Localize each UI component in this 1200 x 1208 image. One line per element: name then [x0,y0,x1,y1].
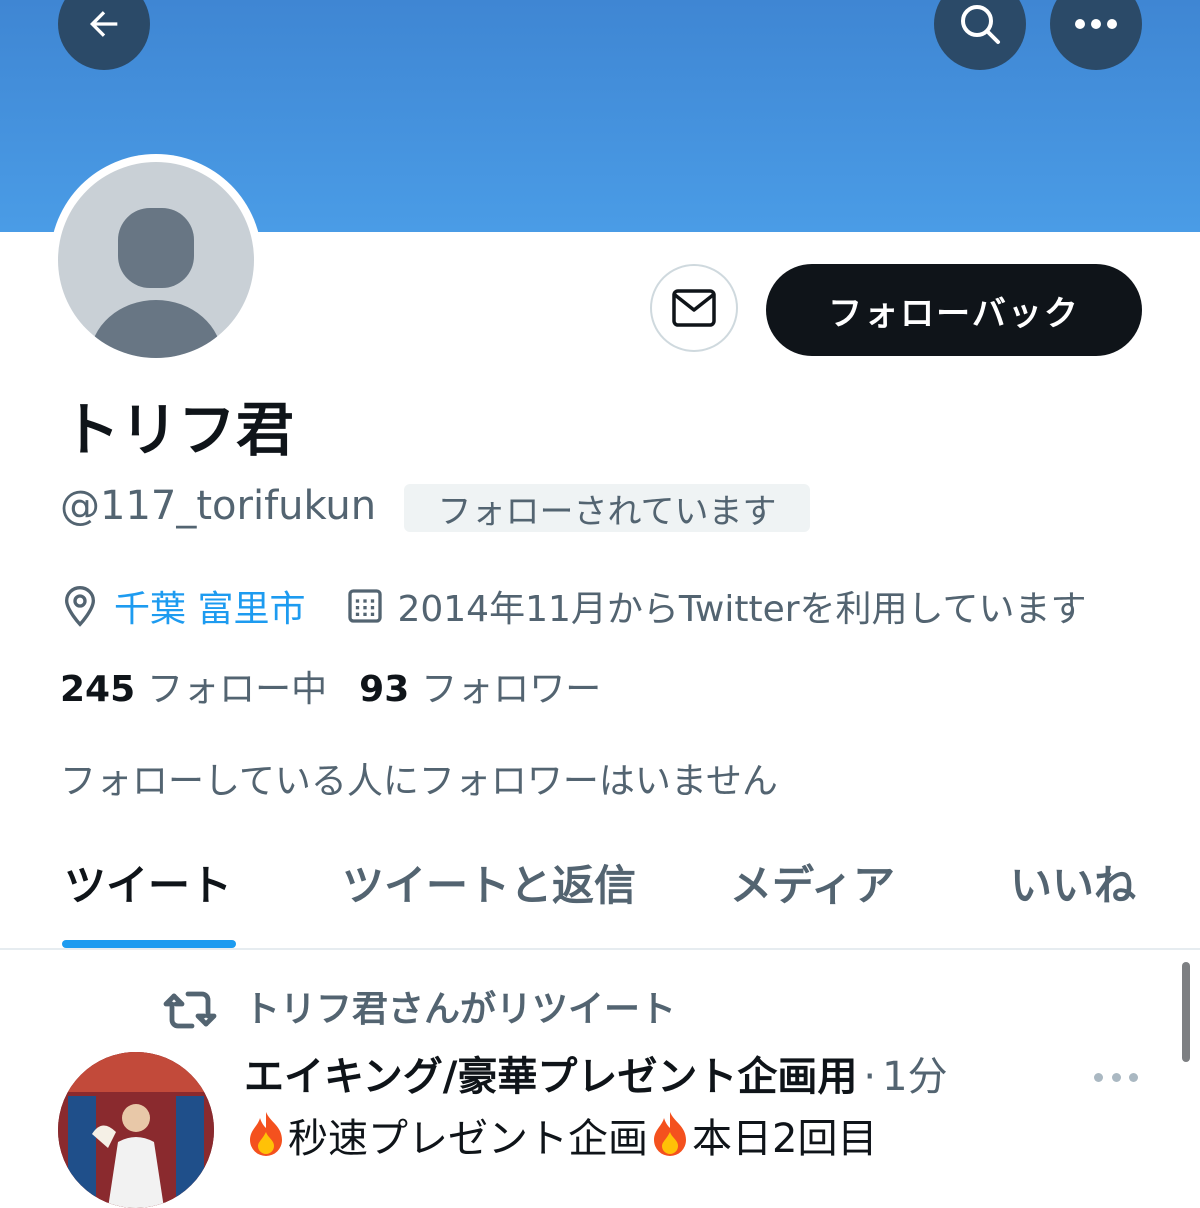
following-label[interactable]: フォロー中 [147,666,327,714]
more-horizontal-icon [1075,19,1117,29]
follow-back-button[interactable]: フォローバック [766,264,1142,356]
calendar-icon [348,589,383,623]
search-icon [961,5,1000,44]
tweet-more-button[interactable] [1094,1062,1138,1092]
fire-emoji-icon [654,1112,686,1156]
tab-tweets[interactable]: ツイート [64,858,232,914]
user-handle: @117_torifukun [60,483,377,529]
retweet-icon [163,991,217,1029]
follow-stats: 245 フォロー中 93 フォロワー [60,666,601,714]
avatar[interactable] [58,162,254,358]
default-avatar-icon [90,208,222,358]
mail-icon [672,289,716,327]
active-tab-indicator [62,940,236,948]
tweet-text-part1: 秒速プレゼント企画 [288,1116,648,1162]
tab-likes[interactable]: いいね [1010,858,1136,914]
tabs-divider [0,948,1200,950]
location-link[interactable]: 千葉 富里市 [114,580,305,632]
tab-media[interactable]: メディア [730,858,895,914]
join-date: 2014年11月からTwitterを利用しています [397,589,1087,630]
header-separator: · [863,1054,877,1100]
fire-emoji-icon [250,1112,282,1156]
retweet-context[interactable]: トリフ君さんがリツイート [162,986,676,1034]
followers-label[interactable]: フォロワー [421,666,601,714]
tweet-timestamp[interactable]: 1分 [882,1050,947,1104]
display-name: トリフ君 [62,396,295,464]
tweet-text-part2: 本日2回目 [692,1116,878,1162]
message-button[interactable] [650,264,738,352]
arrow-left-icon [90,11,118,37]
retweet-label: トリフ君さんがリツイート [244,989,677,1030]
follows-you-badge: フォローされています [404,484,810,532]
mutual-followers-note: フォローしている人にフォロワーはいません [60,761,778,802]
tab-tweets-and-replies[interactable]: ツイートと返信 [342,858,636,914]
location-pin-icon [64,585,96,627]
following-count[interactable]: 245 [60,666,135,714]
followers-count[interactable]: 93 [359,666,409,714]
tweet-author-name[interactable]: エイキング/豪華プレゼント企画用 [244,1050,857,1104]
profile-meta: 千葉 富里市 2014年11月からTwitterを利用しています [60,582,1086,630]
scrollbar[interactable] [1182,962,1190,1062]
tweet-author-avatar[interactable] [58,1052,214,1208]
tweet-header: エイキング/豪華プレゼント企画用 · 1分 [244,1050,948,1104]
tweet-text: 秒速プレゼント企画 本日2回目 [244,1110,877,1167]
author-photo-icon [58,1052,214,1208]
